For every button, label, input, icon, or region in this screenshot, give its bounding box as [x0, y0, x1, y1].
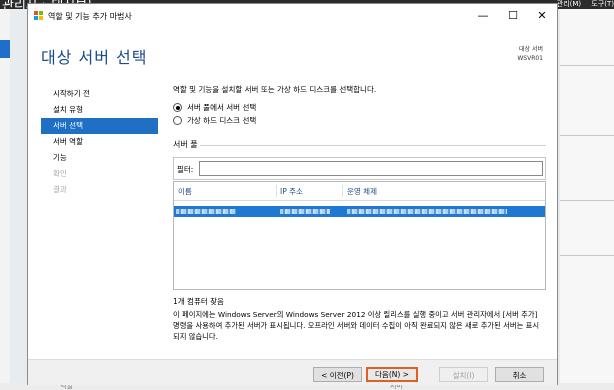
wizard-nav: 시작하기 전 설치 유형 서버 선택 서버 역할 기능 확인 결과	[41, 86, 158, 198]
dialog-title: 역할 및 기능 추가 마법사	[48, 12, 132, 21]
destination-server: 대상 서버 WSVR01	[517, 45, 543, 63]
nav-item-results: 결과	[53, 185, 67, 194]
destination-label: 대상 서버	[519, 46, 543, 53]
radio-selected-icon[interactable]	[173, 103, 182, 112]
server-name-cell-redacted	[176, 209, 236, 214]
next-button[interactable]: 다음(N) >	[366, 367, 418, 382]
column-ip[interactable]: IP 주소	[280, 186, 303, 197]
dialog-titlebar[interactable]: 역할 및 기능 추가 마법사 — ☐ ✕	[28, 4, 557, 28]
nav-item-features[interactable]: 기능	[41, 150, 158, 166]
server-row-selected[interactable]	[174, 206, 545, 217]
option-label: 가상 하드 디스크 선택	[187, 116, 257, 125]
nav-item-server-roles[interactable]: 서버 역할	[41, 134, 158, 150]
nav-item-before-you-begin[interactable]: 시작하기 전	[41, 86, 158, 102]
intro-text: 역할 및 기능을 설치할 서버 또는 가상 하드 디스크를 선택합니다.	[173, 85, 377, 94]
server-ip-cell-redacted	[280, 209, 330, 214]
option-server-pool[interactable]: 서버 풀에서 서버 선택	[173, 102, 256, 113]
minimize-button[interactable]: —	[469, 8, 497, 24]
column-name[interactable]: 이름	[178, 186, 192, 197]
nav-item-installation-type[interactable]: 설치 유형	[41, 102, 158, 118]
server-manager-sidebar	[0, 9, 10, 390]
server-list: 이름 IP 주소 운영 체제	[173, 181, 546, 290]
server-manager-icon	[34, 11, 43, 20]
destination-value: WSVR01	[517, 55, 543, 62]
maximize-button[interactable]: ☐	[499, 8, 527, 24]
wizard-footer: < 이전(P) 다음(N) > 설치(I) 취소	[28, 359, 557, 385]
server-os-cell-redacted	[347, 209, 507, 214]
nav-item-server-selection[interactable]: 서버 선택	[41, 118, 158, 134]
computer-count: 1개 컴퓨터 찾음	[173, 297, 224, 306]
close-button[interactable]: ✕	[528, 8, 556, 24]
divider	[200, 145, 546, 146]
filter-label: 필터:	[177, 165, 194, 174]
filter-input[interactable]	[199, 161, 543, 176]
divider	[560, 65, 614, 66]
manage-menu[interactable]: 관리(M)	[557, 0, 581, 8]
column-os[interactable]: 운영 체제	[347, 186, 377, 197]
sidebar-selected-item[interactable]	[0, 40, 10, 58]
description-text: 이 페이지에는 Windows Server의 Windows Server 2…	[173, 310, 540, 341]
divider	[560, 135, 614, 136]
cancel-button[interactable]: 취소	[495, 367, 544, 382]
column-separator[interactable]	[276, 185, 277, 197]
install-button: 설치(I)	[439, 367, 488, 382]
page-title: 대상 서버 선택	[41, 48, 148, 67]
option-label: 서버 풀에서 서버 선택	[187, 103, 257, 112]
filter-area: 필터:	[173, 157, 546, 180]
option-vhd[interactable]: 가상 하드 디스크 선택	[173, 115, 256, 126]
server-manager-menu: 관리(M) 도구(T)	[549, 0, 614, 9]
server-list-header: 이름 IP 주소 운영 체제	[174, 182, 545, 201]
divider	[560, 200, 614, 201]
server-pool-label: 서버 풀	[173, 140, 198, 149]
previous-button[interactable]: < 이전(P)	[313, 367, 362, 382]
divider	[560, 255, 614, 256]
radio-unselected-icon[interactable]	[173, 116, 182, 125]
nav-item-confirmation: 확인	[53, 169, 67, 178]
add-roles-wizard-dialog: 역할 및 기능 추가 마법사 — ☐ ✕ 대상 서버 선택 대상 서버 WSVR…	[27, 3, 558, 385]
tools-menu[interactable]: 도구(T)	[591, 0, 614, 8]
column-separator[interactable]	[342, 185, 343, 197]
